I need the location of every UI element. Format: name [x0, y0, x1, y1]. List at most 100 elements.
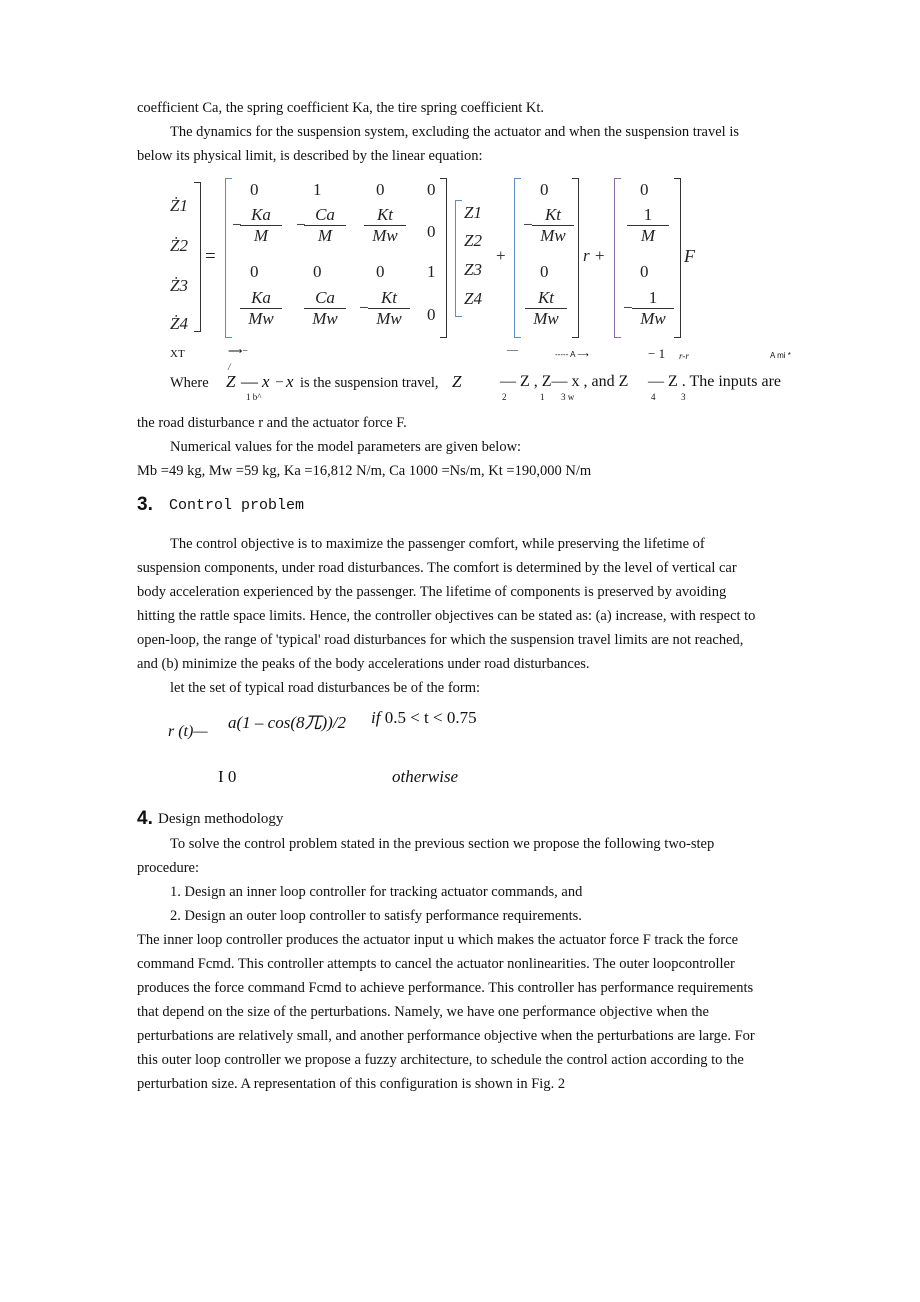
bracket-left — [455, 200, 462, 317]
numerator: Kt — [525, 288, 567, 309]
vector-entry: 0 — [540, 262, 549, 281]
denominator: Mw — [640, 309, 666, 328]
text-line: and (b) minimize the peaks of the body a… — [137, 656, 590, 672]
denominator: M — [317, 226, 333, 245]
denominator: Mw — [540, 226, 566, 245]
symbol-Z: Z — [226, 372, 236, 391]
state-entry: Z1 — [464, 203, 482, 222]
subscript: 2 — [502, 392, 507, 402]
text-line: To solve the control problem stated in t… — [170, 836, 715, 852]
vector-entry: 0 — [640, 180, 649, 199]
text-line: open-loop, the range of 'typical' road d… — [137, 632, 744, 648]
state-entry: Z3 — [464, 260, 482, 279]
list-item: 2. Design an outer loop controller to sa… — [170, 908, 582, 924]
fraction: Kt Mw — [525, 288, 567, 329]
text-line: the road disturbance r and the actuator … — [137, 415, 407, 431]
denominator: Mw — [533, 309, 559, 328]
section-number: 3. — [137, 494, 153, 515]
text-line: below its physical limit, is described b… — [137, 148, 483, 164]
case1-expression: a(1 – cos(8兀))/2 — [228, 708, 346, 733]
text-line: suspension components, under road distur… — [137, 560, 737, 576]
numerator: Ka — [240, 205, 282, 226]
text-line: The inner loop controller produces the a… — [137, 932, 739, 948]
text-line: Numerical values for the model parameter… — [170, 439, 522, 455]
section-title: Design methodology — [158, 811, 284, 827]
text-line: produces the force command Fcmd to achie… — [137, 980, 754, 996]
fraction: 1 Mw — [632, 288, 674, 329]
text-line: procedure: — [137, 860, 199, 876]
numerator: Kt — [368, 288, 410, 309]
subscript: 3 — [681, 392, 686, 402]
text-line: that depend on the size of the perturbat… — [137, 1004, 709, 1020]
matrix-entry: 0 — [376, 262, 385, 281]
matrix-entry: 1 — [427, 262, 436, 281]
subscript: 1 — [540, 392, 545, 402]
bracket-left — [614, 178, 621, 338]
bracket-right — [440, 178, 447, 338]
bracket-right — [572, 178, 579, 338]
numerator: Kt — [532, 205, 574, 226]
artifact-text: ⟶− — [228, 346, 248, 357]
lhs-entry: Ż2 — [170, 236, 188, 255]
symbol-x: x — [262, 372, 270, 391]
fraction: Ka Mw — [240, 288, 282, 329]
numerator: 1 — [632, 288, 674, 309]
subscript: 4 — [651, 392, 656, 402]
fraction: Ca Mw — [304, 288, 346, 329]
piecewise-lhs: r (t)— — [168, 723, 208, 740]
where-label: Where — [170, 375, 209, 391]
dash: – — [276, 374, 283, 389]
symbol-Z: Z — [452, 372, 462, 391]
condition: 0.5 < t < 0.75 — [384, 708, 477, 727]
artifact-text: − 1 — [648, 346, 666, 361]
section-number: 4. — [137, 808, 153, 829]
fraction: Ca M — [304, 205, 346, 246]
text-line: command Fcmd. This controller attempts t… — [137, 956, 735, 972]
case2-value: I 0 — [218, 767, 237, 786]
text-line: Mb =49 kg, Mw =59 kg, Ka =16,812 N/m, Ca… — [137, 463, 592, 479]
vector-entry: 0 — [640, 262, 649, 281]
lhs-entry: Ż4 — [170, 314, 188, 333]
text: — Z . The inputs are — [648, 373, 782, 390]
text: is the suspension travel, — [300, 375, 439, 391]
matrix-entry: 0 — [250, 180, 259, 199]
subscript: 3 w — [561, 392, 575, 402]
matrix-entry: 0 — [376, 180, 385, 199]
fraction: 1M — [627, 205, 669, 246]
text-line: The control objective is to maximize the… — [170, 536, 705, 552]
numerator: Ca — [304, 288, 346, 309]
numerator: Ka — [240, 288, 282, 309]
symbol-x: x — [286, 372, 294, 391]
denominator: Mw — [372, 226, 398, 245]
text: — Z , Z— x , and Z — [500, 373, 629, 390]
force-F: F — [684, 246, 695, 266]
text-line: perturbation size. A representation of t… — [137, 1076, 566, 1092]
text-line: hitting the rattle space limits. Hence, … — [137, 608, 756, 624]
matrix-entry: 0 — [427, 222, 436, 241]
text-line: body acceleration experienced by the pas… — [137, 584, 727, 600]
numerator: Ca — [304, 205, 346, 226]
fraction: Ka M — [240, 205, 282, 246]
artifact-text: ----- A ⟶ — [555, 350, 589, 359]
lhs-entry: Ż3 — [170, 276, 188, 295]
bracket-right — [674, 178, 681, 338]
bracket-right — [194, 182, 201, 332]
artifact-text: — — [507, 344, 518, 356]
matrix-entry: 0 — [250, 262, 259, 281]
matrix-entry: 1 — [313, 180, 322, 199]
denominator: Mw — [376, 309, 402, 328]
denominator: Mw — [312, 309, 338, 328]
denominator: Mw — [248, 309, 274, 328]
text-line: this outer loop controller we propose a … — [137, 1052, 744, 1068]
plus-sign: + — [496, 246, 506, 265]
numerator: 1 — [627, 205, 669, 226]
artifact-text: A mi * — [770, 351, 791, 360]
case1-condition: if 0.5 < t < 0.75 — [371, 708, 477, 728]
dash: — — [241, 372, 258, 391]
vector-entry: 0 — [540, 180, 549, 199]
state-entry: Z2 — [464, 231, 482, 250]
equals-sign: = — [205, 246, 216, 267]
fraction: Kt Mw — [364, 205, 406, 246]
r-plus: r + — [583, 246, 606, 265]
numerator: Kt — [364, 205, 406, 226]
